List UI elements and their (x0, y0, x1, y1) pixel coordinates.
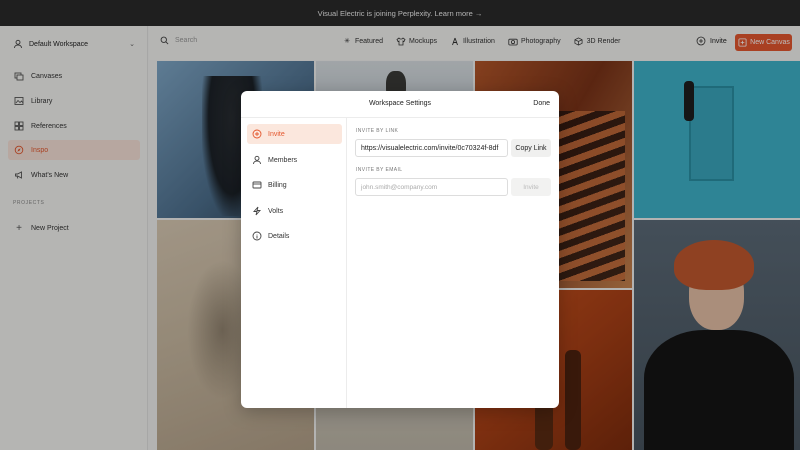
members-icon (252, 155, 262, 165)
workspace-settings-modal: Workspace Settings Done Invite Members B… (241, 91, 559, 408)
invite-by-email-label: INVITE BY EMAIL (356, 167, 403, 173)
invite-link-field[interactable]: https://visualelectric.com/invite/0c7032… (355, 139, 508, 157)
add-user-icon (252, 129, 262, 139)
settings-nav: Invite Members Billing Volts Details (241, 118, 347, 408)
settings-tab-label: Billing (268, 181, 287, 189)
volts-icon (252, 206, 262, 216)
settings-tab-volts[interactable]: Volts (247, 201, 342, 221)
invite-by-link-label: INVITE BY LINK (356, 128, 399, 134)
settings-tab-billing[interactable]: Billing (247, 175, 342, 195)
modal-header: Workspace Settings Done (241, 91, 559, 118)
settings-tab-label: Invite (268, 130, 285, 138)
done-button[interactable]: Done (533, 100, 550, 107)
settings-tab-label: Volts (268, 207, 284, 215)
info-icon (252, 231, 262, 241)
settings-tab-label: Details (268, 232, 290, 240)
settings-tab-label: Members (268, 156, 298, 164)
email-field[interactable]: john.smith@company.com (355, 178, 508, 196)
invite-email-button[interactable]: Invite (511, 178, 551, 196)
settings-tab-invite[interactable]: Invite (247, 124, 342, 144)
modal-title: Workspace Settings (368, 100, 432, 107)
settings-tab-members[interactable]: Members (247, 150, 342, 170)
settings-tab-details[interactable]: Details (247, 226, 342, 246)
copy-link-button[interactable]: Copy Link (511, 139, 551, 157)
billing-icon (252, 180, 262, 190)
